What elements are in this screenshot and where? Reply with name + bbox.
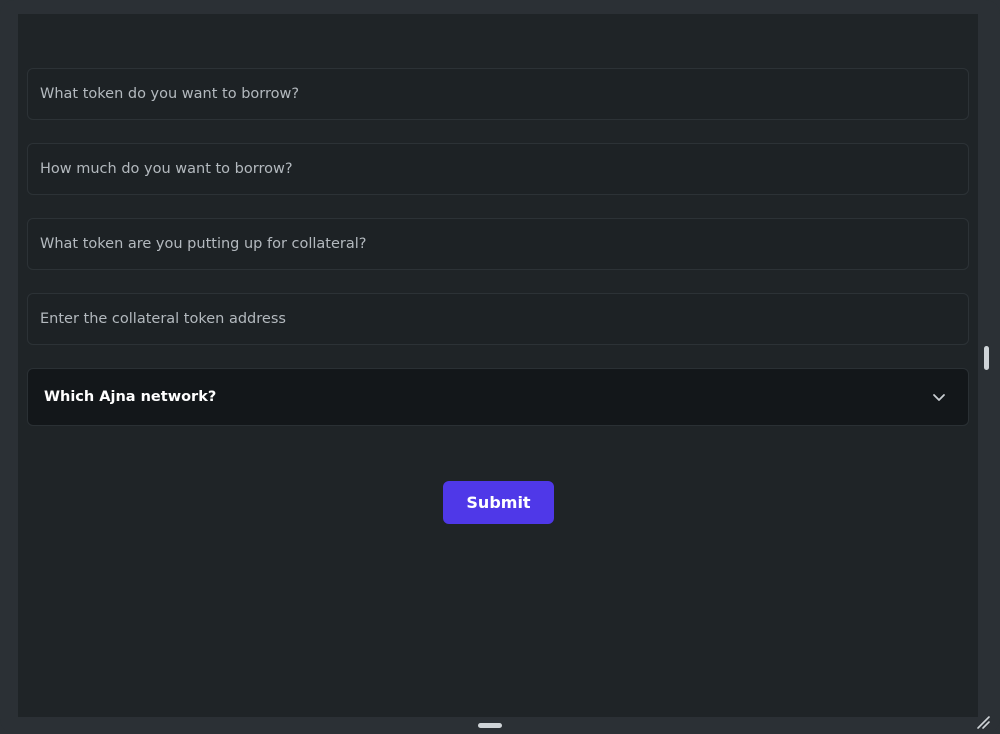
resize-grip-icon[interactable] bbox=[975, 714, 991, 730]
network-select-label: Which Ajna network? bbox=[44, 389, 217, 405]
submit-button[interactable]: Submit bbox=[443, 481, 554, 524]
borrow-token-input[interactable] bbox=[40, 86, 956, 102]
panel-resize-handle[interactable] bbox=[478, 723, 502, 728]
collateral-address-field-container bbox=[27, 293, 969, 345]
scrollbar-thumb[interactable] bbox=[984, 346, 989, 370]
borrow-token-field-container bbox=[27, 68, 969, 120]
collateral-address-input[interactable] bbox=[40, 311, 956, 327]
borrow-amount-input[interactable] bbox=[40, 161, 956, 177]
collateral-token-field-container bbox=[27, 218, 969, 270]
form-panel: Which Ajna network? Submit bbox=[18, 14, 978, 717]
window-frame: Which Ajna network? Submit bbox=[0, 0, 1000, 733]
borrow-amount-field-container bbox=[27, 143, 969, 195]
collateral-token-input[interactable] bbox=[40, 236, 956, 252]
network-select[interactable]: Which Ajna network? bbox=[27, 368, 969, 426]
chevron-down-icon bbox=[932, 390, 946, 404]
